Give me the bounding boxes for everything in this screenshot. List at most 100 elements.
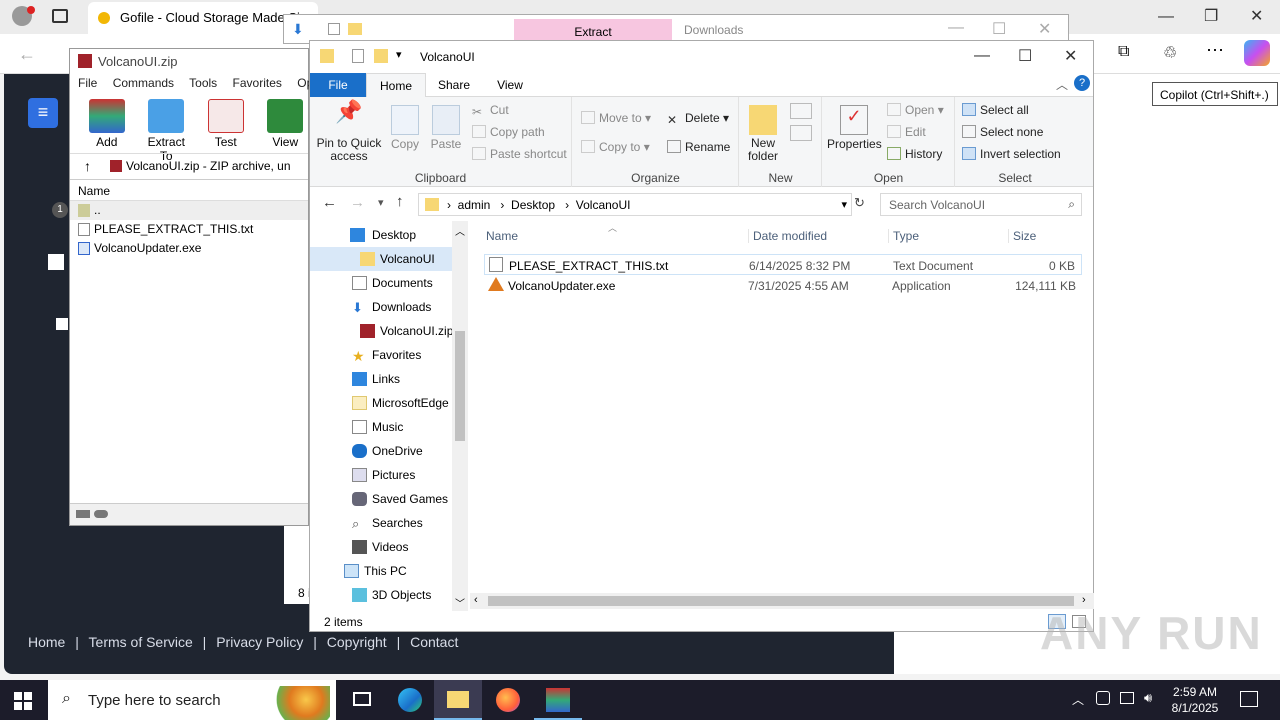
minimize-icon[interactable]: — — [974, 47, 990, 65]
minimize-icon[interactable]: — — [1158, 8, 1174, 26]
paste-button[interactable]: Paste — [428, 105, 464, 151]
nav-item-saved-games[interactable]: Saved Games — [310, 487, 452, 511]
properties-icon[interactable] — [328, 23, 340, 35]
footer-link-home[interactable]: Home — [28, 634, 65, 650]
test-button[interactable]: Test — [203, 95, 249, 153]
rename-button[interactable]: Rename — [667, 140, 730, 154]
more-options-icon[interactable]: ⋯ — [1206, 40, 1224, 61]
select-all-button[interactable]: Select all — [962, 103, 1029, 117]
address-bar[interactable]: › admin › Desktop › VolcanoUI ▾ — [418, 193, 852, 216]
collapse-ribbon-icon[interactable]: ︿ — [1056, 76, 1068, 93]
volume-icon[interactable]: 🔊︎ — [1144, 690, 1152, 706]
nav-item-music[interactable]: Music — [310, 415, 452, 439]
checkbox[interactable] — [48, 254, 64, 270]
list-item[interactable]: PLEASE_EXTRACT_THIS.txt — [70, 220, 308, 239]
nav-item-pictures[interactable]: Pictures — [310, 463, 452, 487]
scroll-right-icon[interactable]: › — [1082, 594, 1086, 606]
breadcrumb-desktop[interactable]: Desktop — [511, 198, 555, 212]
chevron-down-icon[interactable]: ▾ — [396, 48, 402, 61]
search-input[interactable]: Search VolcanoUI ⌕ — [880, 193, 1082, 216]
column-header-name[interactable]: Name — [486, 229, 518, 243]
scroll-up-icon[interactable]: ︿ — [455, 223, 465, 238]
scroll-thumb[interactable] — [455, 331, 465, 441]
view-button[interactable]: View — [263, 95, 309, 153]
menu-favorites[interactable]: Favorites — [233, 76, 282, 90]
edge-taskbar-button[interactable] — [386, 680, 434, 720]
menu-file[interactable]: File — [78, 76, 97, 90]
up-arrow-icon[interactable]: ↑ — [396, 193, 404, 210]
nav-scrollbar[interactable]: ︿ ﹀ — [452, 221, 468, 611]
column-header-size[interactable]: Size — [1008, 229, 1036, 243]
nav-item-this-pc[interactable]: This PC — [310, 559, 452, 583]
footer-link-terms[interactable]: Terms of Service — [89, 634, 193, 650]
nav-item-documents[interactable]: Documents — [310, 271, 452, 295]
list-item[interactable]: VolcanoUpdater.exe — [70, 239, 308, 258]
nav-item-links[interactable]: Links — [310, 367, 452, 391]
extract-to-button[interactable]: Extract To — [144, 95, 190, 163]
column-header-date[interactable]: Date modified — [748, 229, 827, 243]
properties-icon[interactable] — [352, 49, 364, 63]
copilot-icon[interactable] — [1244, 40, 1270, 66]
tab-share[interactable]: Share — [430, 73, 478, 97]
file-list-hscrollbar[interactable]: ‹ › — [470, 593, 1094, 609]
open-button[interactable]: Open ▾ — [887, 103, 944, 117]
cut-button[interactable]: ✂ Cut — [472, 103, 509, 119]
close-icon[interactable]: ✕ — [1250, 6, 1263, 26]
nav-item-favorites[interactable]: ★ Favorites — [310, 343, 452, 367]
minimize-icon[interactable]: — — [948, 19, 964, 37]
select-none-button[interactable]: Select none — [962, 125, 1043, 139]
back-arrow-icon[interactable]: ← — [18, 44, 36, 65]
extract-tab[interactable]: Extract — [514, 19, 672, 41]
chevron-down-icon[interactable]: ▾ — [841, 198, 847, 211]
new-item-icon[interactable] — [790, 103, 812, 119]
network-icon[interactable] — [1120, 692, 1134, 704]
copy-path-button[interactable]: Copy path — [472, 125, 545, 139]
winrar-taskbar-button[interactable] — [534, 680, 582, 720]
notification-center-icon[interactable] — [1240, 691, 1258, 707]
up-arrow-icon[interactable]: ↑ — [84, 158, 91, 174]
tab-file[interactable]: File — [310, 73, 366, 97]
scroll-down-icon[interactable]: ﹀ — [455, 595, 465, 610]
menu-commands[interactable]: Commands — [113, 76, 174, 90]
edit-button[interactable]: Edit — [887, 125, 926, 139]
nav-item-videos[interactable]: Videos — [310, 535, 452, 559]
restore-icon[interactable]: ❐ — [1204, 6, 1218, 26]
table-row[interactable]: VolcanoUpdater.exe 7/31/2025 4:55 AM App… — [484, 275, 1082, 296]
nav-item-microsoftedge[interactable]: MicrosoftEdge — [310, 391, 452, 415]
column-header-type[interactable]: Type — [888, 229, 919, 243]
file-explorer-taskbar-button[interactable] — [434, 680, 482, 720]
tab-actions-icon[interactable] — [52, 9, 68, 23]
footer-link-contact[interactable]: Contact — [410, 634, 458, 650]
nav-item-3d-objects[interactable]: 3D Objects — [310, 583, 452, 607]
recent-locations-icon[interactable]: ▾ — [378, 196, 384, 209]
nav-item-volcanoui[interactable]: VolcanoUI — [310, 247, 452, 271]
menu-tools[interactable]: Tools — [189, 76, 217, 90]
add-button[interactable]: Add — [84, 95, 130, 153]
winrar-path-bar[interactable]: ↑ VolcanoUI.zip - ZIP archive, un — [70, 153, 308, 179]
breadcrumb-volcanoui[interactable]: VolcanoUI — [576, 198, 631, 212]
nav-item-onedrive[interactable]: OneDrive — [310, 439, 452, 463]
breadcrumb-admin[interactable]: admin — [458, 198, 491, 212]
delete-button[interactable]: ✕ Delete ▾ — [667, 111, 729, 127]
firefox-taskbar-button[interactable] — [484, 680, 532, 720]
refresh-icon[interactable]: ↻ — [854, 195, 865, 211]
security-icon[interactable] — [1096, 691, 1110, 705]
close-icon[interactable]: ✕ — [1038, 19, 1051, 39]
back-arrow-icon[interactable]: ← — [322, 194, 337, 211]
footer-link-privacy[interactable]: Privacy Policy — [216, 634, 303, 650]
chevron-up-icon[interactable]: ︿ — [1072, 691, 1084, 708]
close-icon[interactable]: ✕ — [1064, 46, 1077, 66]
hamburger-menu-icon[interactable]: ≡ — [28, 98, 58, 128]
properties-button[interactable]: ✓ Properties — [827, 105, 882, 151]
new-folder-button[interactable]: New folder — [746, 105, 780, 163]
history-button[interactable]: History — [887, 147, 942, 161]
table-row[interactable]: PLEASE_EXTRACT_THIS.txt 6/14/2025 8:32 P… — [484, 254, 1082, 275]
footer-link-copyright[interactable]: Copyright — [327, 634, 387, 650]
nav-item-downloads[interactable]: ⬇ Downloads — [310, 295, 452, 319]
new-folder-icon[interactable] — [374, 49, 388, 63]
forward-arrow-icon[interactable]: → — [350, 194, 365, 211]
nav-item-searches[interactable]: ⌕ Searches — [310, 511, 452, 535]
nav-item-desktop[interactable]: Desktop — [310, 223, 452, 247]
task-view-button[interactable] — [338, 680, 386, 720]
invert-selection-button[interactable]: Invert selection — [962, 147, 1061, 161]
